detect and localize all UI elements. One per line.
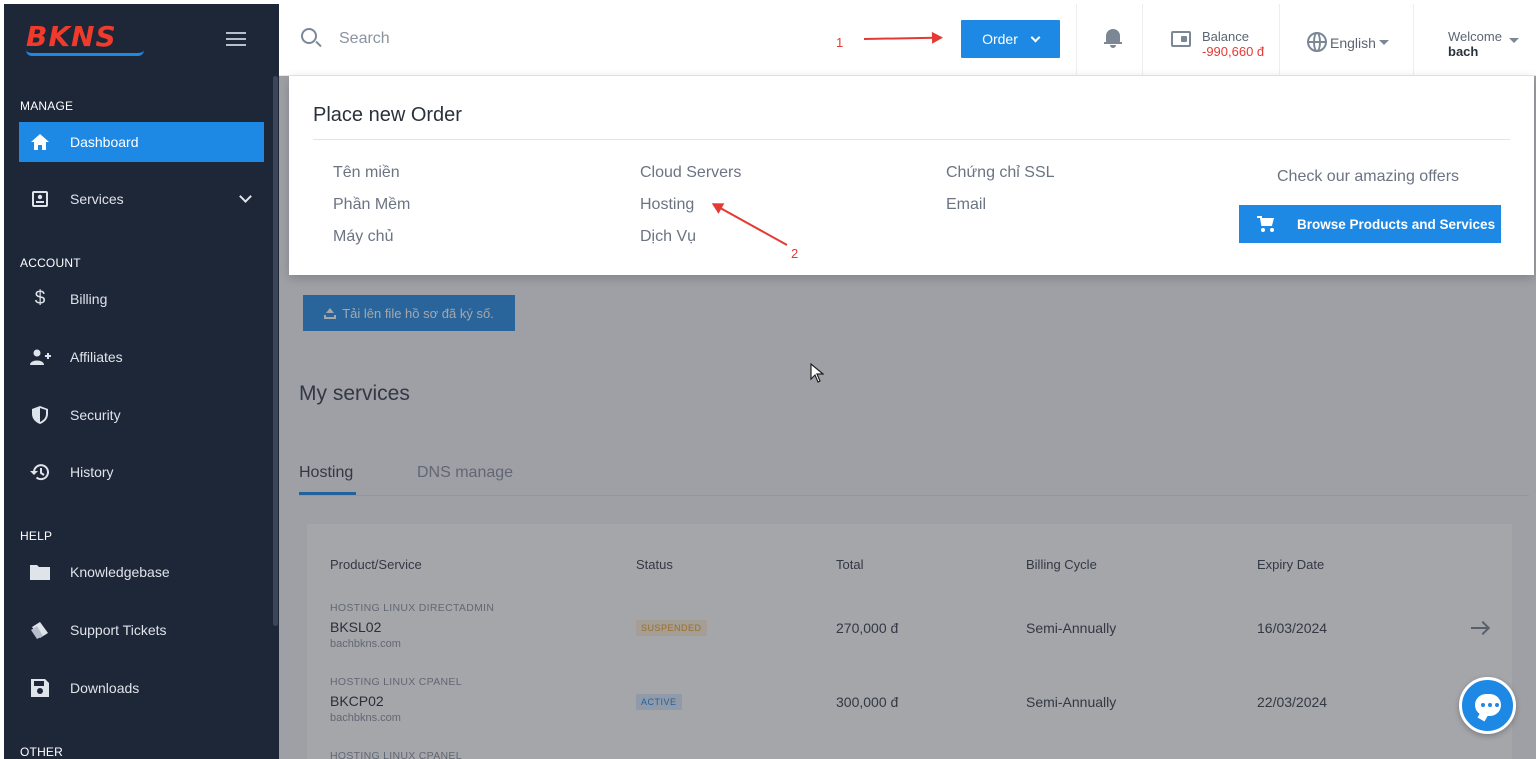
logo[interactable]: BKNS: [26, 20, 117, 53]
sidebar-item-label: Knowledgebase: [70, 564, 170, 580]
sidebar-scrollbar[interactable]: [273, 76, 278, 626]
search-icon[interactable]: [301, 28, 317, 44]
sidebar-item-label: Services: [70, 191, 124, 207]
order-link-cloud-servers[interactable]: Cloud Servers: [640, 164, 741, 182]
tickets-icon: [29, 619, 51, 641]
sidebar-item-label: Downloads: [70, 680, 140, 696]
sidebar-item-affiliates[interactable]: Affiliates: [19, 337, 264, 377]
history-icon: [29, 461, 51, 483]
search-input[interactable]: [339, 26, 639, 52]
chevron-down-icon: [239, 190, 252, 203]
sidebar-item-billing[interactable]: $ Billing: [19, 279, 264, 319]
order-label: Order: [982, 31, 1018, 47]
bell-icon[interactable]: [1104, 29, 1122, 48]
section-manage: MANAGE: [20, 99, 74, 113]
id-card-icon: [29, 188, 51, 210]
order-button[interactable]: Order: [961, 20, 1060, 58]
offers-text: Check our amazing offers: [1277, 168, 1460, 185]
logo-swoosh: [26, 50, 144, 56]
sidebar-item-knowledgebase[interactable]: Knowledgebase: [19, 552, 264, 592]
balance-label: Balance: [1202, 29, 1249, 44]
globe-icon[interactable]: [1307, 32, 1327, 52]
sidebar: BKNS MANAGE Dashboard Services ACCOUNT $…: [4, 4, 279, 759]
annotation-step-2: 2: [791, 246, 799, 261]
sidebar-item-label: Affiliates: [70, 349, 123, 365]
balance-value: -990,660 đ: [1202, 44, 1265, 59]
browse-label: Browse Products and Services: [1297, 216, 1496, 232]
chat-widget-button[interactable]: [1459, 677, 1516, 734]
sidebar-item-security[interactable]: Security: [19, 395, 264, 435]
section-account: ACCOUNT: [20, 256, 81, 270]
order-dropdown-panel: Place new Order Tên miền Phần Mềm Máy ch…: [289, 76, 1534, 275]
divider: [1142, 4, 1143, 76]
users-plus-icon: [29, 346, 51, 368]
section-help: HELP: [20, 529, 53, 543]
divider: [1279, 4, 1280, 76]
sidebar-item-support-tickets[interactable]: Support Tickets: [19, 610, 264, 650]
annotation-step-1: 1: [836, 35, 844, 50]
divider: [1076, 4, 1077, 76]
chat-bubble-icon: [1475, 694, 1501, 722]
sidebar-item-dashboard[interactable]: Dashboard: [19, 122, 264, 162]
app-window: BKNS MANAGE Dashboard Services ACCOUNT $…: [4, 4, 1536, 759]
sidebar-item-downloads[interactable]: Downloads: [19, 668, 264, 708]
divider: [1413, 4, 1414, 76]
floppy-disk-icon: [29, 677, 51, 699]
sidebar-item-history[interactable]: History: [19, 452, 264, 492]
order-link-services[interactable]: Dịch Vụ: [640, 228, 696, 246]
order-link-hosting[interactable]: Hosting: [640, 196, 694, 214]
caret-down-icon[interactable]: [1509, 38, 1519, 43]
order-link-email[interactable]: Email: [946, 196, 986, 214]
browse-products-button[interactable]: Browse Products and Services: [1239, 205, 1501, 243]
shield-icon: [29, 404, 51, 426]
top-header: Order Balance -990,660 đ English Welcome…: [279, 4, 1536, 76]
sidebar-item-label: Support Tickets: [70, 622, 167, 638]
dollar-icon: $: [34, 288, 46, 309]
language-selector[interactable]: English: [1330, 35, 1376, 51]
section-other: OTHER: [20, 745, 63, 759]
folder-icon: [29, 561, 51, 583]
sidebar-item-services[interactable]: Services: [19, 179, 264, 219]
welcome-label[interactable]: Welcome: [1448, 29, 1502, 44]
caret-down-icon: [1379, 40, 1389, 45]
sidebar-item-label: Billing: [70, 291, 108, 307]
cart-icon: [1257, 216, 1275, 232]
sidebar-item-label: History: [70, 464, 114, 480]
order-link-software[interactable]: Phần Mềm: [333, 196, 410, 214]
divider: [313, 139, 1510, 140]
home-icon: [29, 131, 51, 153]
dropdown-title: Place new Order: [313, 104, 462, 126]
hamburger-menu-icon[interactable]: [226, 32, 246, 46]
order-link-server[interactable]: Máy chủ: [333, 228, 393, 246]
sidebar-item-label: Security: [70, 407, 121, 423]
chevron-down-icon: [1030, 32, 1041, 42]
logo-area: BKNS: [4, 4, 279, 76]
order-link-domain[interactable]: Tên miền: [333, 164, 400, 182]
sidebar-item-label: Dashboard: [70, 134, 139, 150]
wallet-icon[interactable]: [1171, 31, 1191, 47]
username[interactable]: bach: [1448, 44, 1478, 59]
order-link-ssl[interactable]: Chứng chỉ SSL: [946, 164, 1055, 182]
